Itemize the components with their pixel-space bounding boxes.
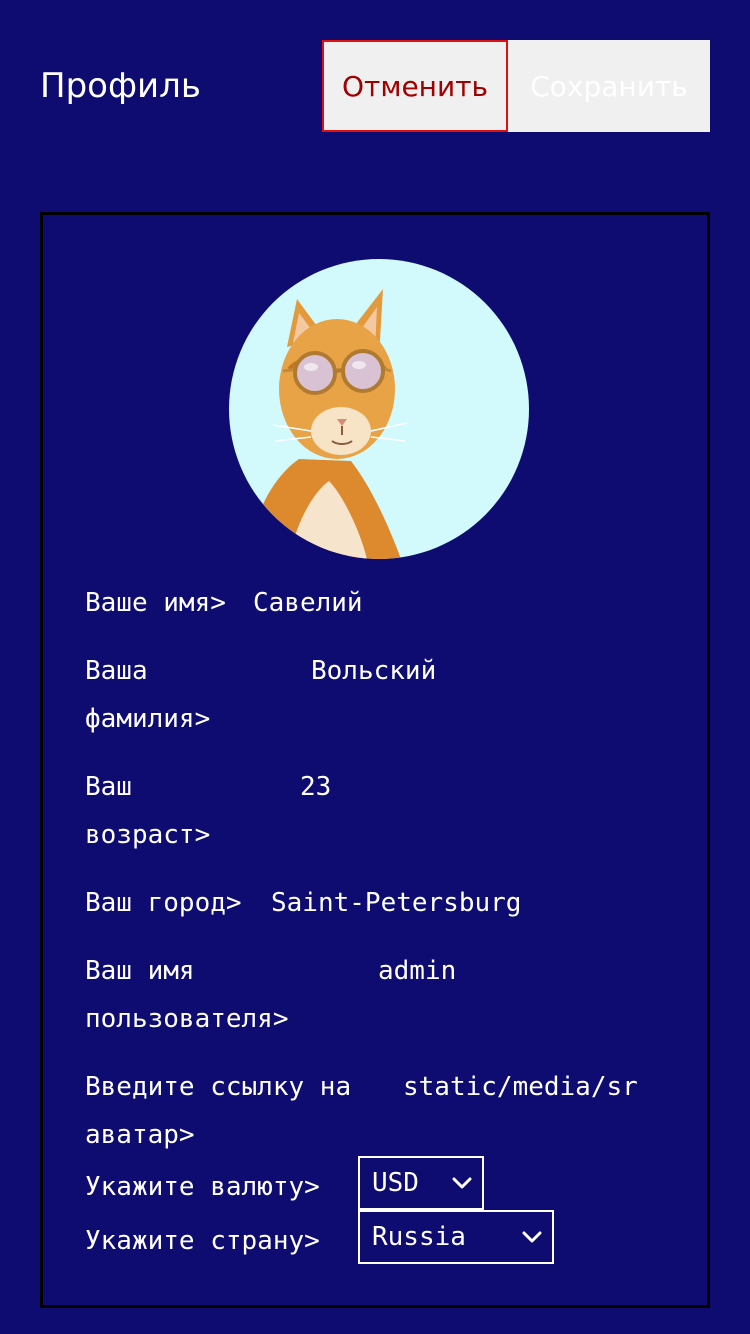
avatar-link-label-line1: Введите ссылку на (85, 1072, 352, 1102)
currency-label: Укажите валюту> (85, 1172, 320, 1202)
username-label-line1: Ваш имя (85, 956, 195, 986)
first-name-label: Ваше имя> (85, 588, 226, 618)
last-name-label-line1: Ваша (85, 656, 148, 686)
currency-select[interactable]: USD (358, 1156, 484, 1210)
last-name-label-line2: фамилия> (85, 704, 211, 734)
age-value[interactable]: 23 (300, 763, 331, 811)
username-value[interactable]: admin (378, 947, 456, 995)
age-label-line1: Ваш (85, 772, 132, 802)
avatar-link-value[interactable]: static/media/sr (403, 1063, 638, 1111)
city-label: Ваш город> (85, 888, 242, 918)
save-button[interactable]: Сохранить (508, 40, 710, 132)
chevron-down-icon (522, 1231, 542, 1243)
city-value[interactable]: Saint-Petersburg (271, 879, 521, 927)
currency-selected-value: USD (372, 1168, 419, 1198)
chevron-down-icon (452, 1177, 472, 1189)
cancel-button[interactable]: Отменить (322, 40, 508, 132)
country-selected-value: Russia (372, 1222, 466, 1252)
avatar-link-label-line2: аватар> (85, 1120, 195, 1150)
age-label-line2: возраст> (85, 820, 211, 850)
country-label: Укажите страну> (85, 1226, 320, 1256)
country-select[interactable]: Russia (358, 1210, 554, 1264)
page-title: Профиль (40, 66, 201, 106)
first-name-value[interactable]: Савелий (253, 579, 363, 627)
avatar (229, 259, 529, 559)
last-name-value[interactable]: Вольский (311, 647, 436, 695)
cat-avatar-icon (249, 289, 408, 559)
profile-card: Ваше имя> Савелий Ваша фамилия> Вольский… (40, 212, 710, 1308)
username-label-line2: пользователя> (85, 1004, 289, 1034)
